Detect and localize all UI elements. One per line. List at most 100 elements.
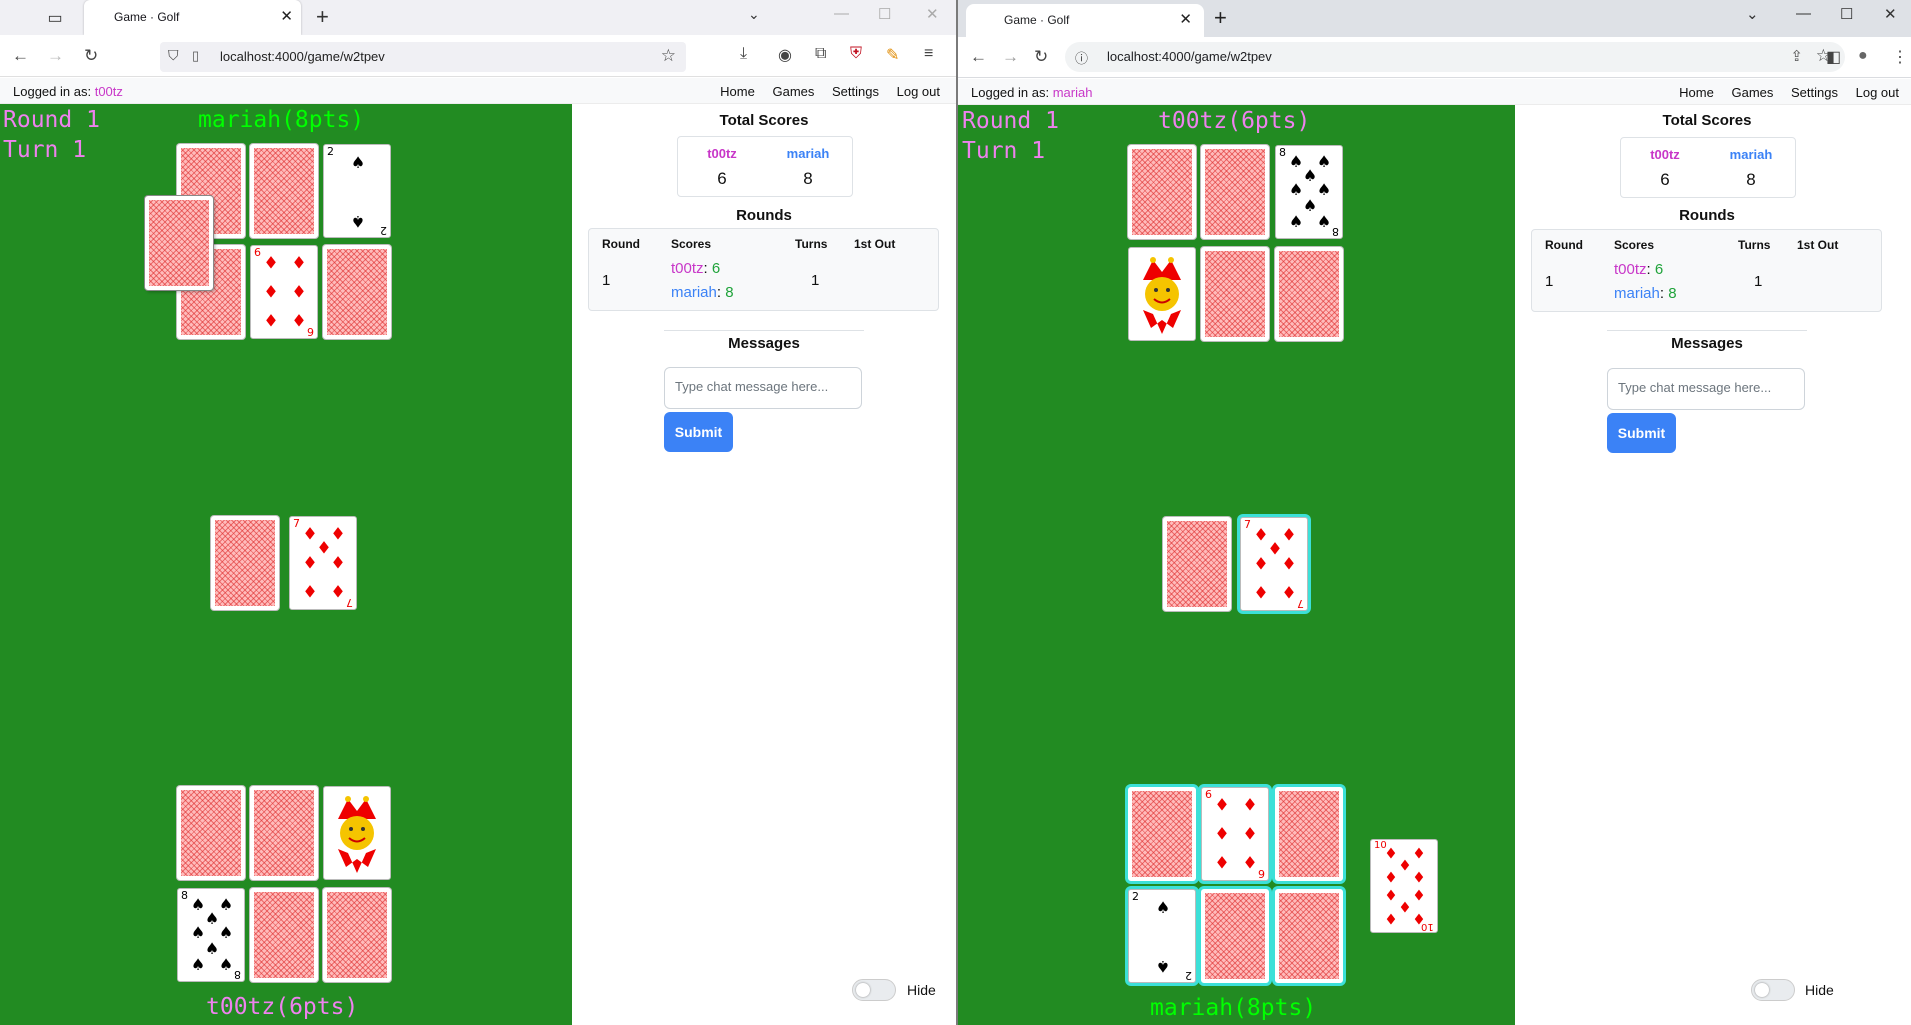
maximize-icon[interactable]: ☐ — [1840, 5, 1853, 23]
extensions-icon[interactable]: ⧉ — [815, 45, 826, 63]
my-card-4[interactable]: 8 ♠ ♠ ♠ ♠ ♠ ♠ ♠ ♠ 8 — [177, 888, 245, 982]
submit-button[interactable]: Submit — [1607, 413, 1676, 453]
spade-icon: ♠ — [350, 212, 366, 231]
close-window-icon[interactable]: ✕ — [926, 5, 939, 23]
reload-icon[interactable]: ↻ — [84, 46, 98, 66]
diamond-icon: ♦ — [1412, 844, 1426, 863]
forward-icon[interactable]: → — [1002, 47, 1019, 67]
my-card-2[interactable]: 6 ♦ ♦ ♦ ♦ ♦ ♦ 6 — [1201, 787, 1269, 881]
opponent-card-6 — [1275, 247, 1343, 341]
hamburger-menu-icon[interactable]: ≡ — [924, 45, 933, 63]
chat-input[interactable] — [675, 379, 850, 394]
round-turns: 1 — [811, 272, 820, 289]
my-card-5[interactable] — [250, 888, 318, 982]
forward-icon[interactable]: → — [47, 46, 64, 66]
diamond-icon: ♦ — [1214, 795, 1230, 816]
diamond-icon: ♦ — [291, 311, 307, 332]
nav-games[interactable]: Games — [1731, 85, 1773, 100]
address-bar[interactable]: ⓘ localhost:4000/game/w2tpev ⇪ ☆ — [1065, 42, 1845, 72]
minimize-icon[interactable]: — — [1796, 5, 1811, 22]
chat-input-box[interactable] — [664, 367, 862, 409]
close-tab-icon[interactable]: ✕ — [280, 7, 293, 25]
close-window-icon[interactable]: ✕ — [1884, 5, 1897, 23]
my-card-6[interactable] — [1275, 889, 1343, 983]
diamond-icon: ♦ — [302, 582, 318, 603]
diamond-icon: ♦ — [330, 524, 346, 545]
my-card-6[interactable] — [323, 888, 391, 982]
hide-toggle[interactable] — [852, 979, 896, 1001]
list-all-tabs-icon[interactable]: ▭ — [44, 8, 66, 28]
card-rank: 8 — [181, 889, 188, 902]
rounds-header-round: Round — [1545, 238, 1583, 252]
opponent-name: mariah(8pts) — [198, 107, 365, 133]
share-icon[interactable]: ⇪ — [1790, 47, 1803, 65]
diamond-icon: ♦ — [1281, 554, 1297, 575]
reload-icon[interactable]: ↻ — [1034, 47, 1048, 67]
url-text[interactable]: localhost:4000/game/w2tpev — [220, 49, 385, 64]
drawn-card[interactable]: 10 ♦ ♦ ♦ ♦ ♦ ♦ ♦ ♦ ♦ ♦ 10 — [1370, 839, 1438, 933]
my-card-3[interactable] — [1275, 787, 1343, 881]
my-card-3[interactable] — [323, 786, 391, 880]
deck-pile[interactable] — [1163, 517, 1231, 611]
back-icon[interactable]: ← — [970, 47, 987, 67]
opponent-held-card — [145, 196, 213, 290]
my-card-1[interactable] — [177, 786, 245, 880]
active-tab[interactable]: Game · Golf ✕ — [84, 0, 301, 35]
turn-label: Turn 1 — [3, 137, 87, 163]
chevron-down-icon[interactable]: ⌄ — [1746, 5, 1759, 23]
card-rank: 8 — [234, 968, 241, 981]
separator — [1607, 330, 1807, 331]
chat-input-box[interactable] — [1607, 368, 1805, 410]
nav-games[interactable]: Games — [772, 84, 814, 99]
opponent-card-2 — [1201, 145, 1269, 239]
my-card-5[interactable] — [1201, 889, 1269, 983]
ublock-icon[interactable]: ⛨ — [850, 45, 862, 63]
side-panel: Total Scores t00tz mariah 6 8 Rounds Rou… — [1515, 105, 1911, 1025]
spade-icon: ♠ — [1288, 212, 1304, 231]
diamond-icon: ♦ — [1412, 886, 1426, 905]
tab-title: Game · Golf — [114, 10, 180, 24]
nav-logout[interactable]: Log out — [897, 84, 940, 99]
game-board: Round 1 Turn 1 t00tz(6pts) 8 ♠ ♠ ♠ ♠ ♠ ♠… — [958, 105, 1515, 1025]
deck-pile[interactable] — [211, 516, 279, 610]
side-panel-icon[interactable]: ◧ — [1826, 47, 1841, 67]
discard-pile[interactable]: 7 ♦ ♦ ♦ ♦ ♦ ♦ ♦ 7 — [289, 516, 357, 610]
account-icon[interactable]: ◉ — [778, 45, 792, 65]
nav-home[interactable]: Home — [1679, 85, 1714, 100]
chat-input[interactable] — [1618, 380, 1793, 395]
submit-button[interactable]: Submit — [664, 412, 733, 452]
shield-icon[interactable]: ⛉ — [168, 47, 179, 64]
my-card-4[interactable]: 2 ♠ ♠ 2 — [1128, 889, 1196, 983]
extension-badge-icon[interactable]: ✎ — [886, 45, 899, 65]
spade-icon: ♠ — [1155, 957, 1171, 976]
maximize-icon[interactable]: ☐ — [878, 5, 891, 23]
opponent-card-2 — [250, 144, 318, 238]
opponent-card-5 — [1201, 247, 1269, 341]
my-card-1[interactable] — [1128, 787, 1196, 881]
hide-toggle[interactable] — [1751, 979, 1795, 1001]
discard-pile[interactable]: 7 ♦ ♦ ♦ ♦ ♦ ♦ ♦ 7 — [1240, 517, 1308, 611]
chevron-down-icon[interactable]: ⌄ — [748, 6, 760, 23]
nav-settings[interactable]: Settings — [1791, 85, 1838, 100]
url-text[interactable]: localhost:4000/game/w2tpev — [1107, 49, 1272, 64]
minimize-icon[interactable]: — — [834, 5, 849, 22]
bookmark-star-icon[interactable]: ☆ — [661, 46, 676, 66]
new-tab-icon[interactable]: + — [316, 4, 329, 30]
site-info-icon[interactable]: ⓘ — [1075, 48, 1088, 67]
profile-icon[interactable]: ● — [1858, 47, 1868, 65]
back-icon[interactable]: ← — [12, 46, 29, 66]
close-tab-icon[interactable]: ✕ — [1179, 10, 1192, 28]
separator — [664, 330, 864, 331]
new-tab-icon[interactable]: + — [1214, 5, 1227, 31]
nav-logout[interactable]: Log out — [1856, 85, 1899, 100]
round-score-p2-name: mariah — [1614, 285, 1660, 302]
my-card-2[interactable] — [250, 786, 318, 880]
nav-home[interactable]: Home — [720, 84, 755, 99]
address-bar[interactable]: ⛉ ▯ localhost:4000/game/w2tpev ☆ — [160, 42, 686, 72]
download-icon[interactable]: ⤓ — [740, 45, 747, 63]
page-info-icon[interactable]: ▯ — [192, 48, 199, 64]
active-tab[interactable]: Game · Golf ✕ — [966, 4, 1204, 37]
kebab-menu-icon[interactable]: ⋮ — [1892, 47, 1908, 67]
nav-settings[interactable]: Settings — [832, 84, 879, 99]
diamond-icon: ♦ — [330, 553, 346, 574]
